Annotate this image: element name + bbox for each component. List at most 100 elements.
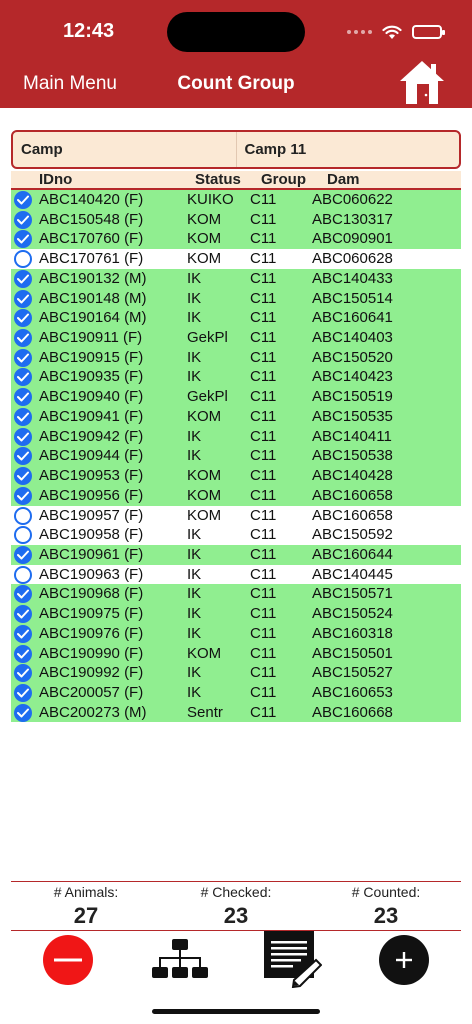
list-item[interactable]: ABC190990 (F) KOM C11 ABC150501 [11, 643, 461, 664]
cell-group: C11 [250, 683, 277, 701]
checkmark-circle-icon[interactable] [14, 467, 32, 486]
footer-divider-bottom [11, 930, 461, 931]
cell-group: C11 [250, 585, 277, 603]
cell-id: ABC190164 (M) [39, 309, 147, 327]
cell-group: C11 [250, 388, 277, 406]
checkmark-circle-icon[interactable] [14, 329, 32, 348]
list-item[interactable]: ABC200273 (M) Sentr C11 ABC160668 [11, 702, 461, 723]
checkmark-circle-icon[interactable] [14, 486, 32, 505]
cell-dam: ABC150514 [312, 289, 393, 307]
cell-status: GekPl [187, 388, 228, 406]
checkmark-circle-icon[interactable] [14, 703, 32, 722]
cell-status: KOM [187, 210, 222, 228]
list-item[interactable]: ABC190961 (F) IK C11 ABC160644 [11, 544, 461, 565]
checkmark-circle-icon[interactable] [14, 585, 32, 604]
list-item[interactable]: ABC190957 (F) KOM C11 ABC160658 [11, 505, 461, 526]
counted-label: # Counted: [351, 884, 421, 900]
checkmark-circle-icon[interactable] [14, 348, 32, 367]
checkmark-circle-icon[interactable] [14, 407, 32, 426]
empty-circle-icon[interactable] [14, 565, 32, 584]
column-header-id[interactable]: IDno [39, 171, 72, 188]
column-header-group[interactable]: Group [261, 171, 306, 188]
checkmark-circle-icon[interactable] [14, 368, 32, 387]
checkmark-circle-icon[interactable] [14, 624, 32, 643]
cell-group: C11 [250, 210, 277, 228]
list-item[interactable]: ABC190963 (F) IK C11 ABC140445 [11, 564, 461, 585]
cell-status: IK [187, 447, 202, 465]
list-item[interactable]: ABC170760 (F) KOM C11 ABC090901 [11, 229, 461, 250]
checkmark-circle-icon[interactable] [14, 388, 32, 407]
cell-status: KOM [187, 250, 222, 268]
list-item[interactable]: ABC190992 (F) IK C11 ABC150527 [11, 663, 461, 683]
list-item[interactable]: ABC190956 (F) KOM C11 ABC160658 [11, 485, 461, 506]
camp-value[interactable]: Camp 11 [237, 132, 460, 167]
checkmark-circle-icon[interactable] [14, 664, 32, 683]
list-item[interactable]: ABC190976 (F) IK C11 ABC160318 [11, 623, 461, 644]
plus-circle-icon[interactable] [378, 934, 430, 991]
column-header-dam[interactable]: Dam [327, 171, 360, 188]
cell-group: C11 [250, 644, 277, 662]
camp-selector[interactable]: Camp Camp 11 [11, 130, 461, 169]
list-item[interactable]: ABC190915 (F) IK C11 ABC150520 [11, 347, 461, 368]
cell-status: GekPl [187, 329, 228, 347]
list-item[interactable]: ABC190148 (M) IK C11 ABC150514 [11, 288, 461, 309]
list-item[interactable]: ABC190942 (F) IK C11 ABC140411 [11, 426, 461, 447]
cell-status: KOM [187, 467, 222, 485]
cell-id: ABC190942 (F) [39, 427, 144, 445]
cell-group: C11 [250, 289, 277, 307]
checkmark-circle-icon[interactable] [14, 191, 32, 209]
checkmark-circle-icon[interactable] [14, 309, 32, 328]
list-item[interactable]: ABC190953 (F) KOM C11 ABC140428 [11, 466, 461, 486]
cell-dam: ABC140411 [312, 427, 392, 445]
cell-id: ABC190911 (F) [39, 329, 143, 347]
cell-status: IK [187, 545, 202, 563]
checkmark-circle-icon[interactable] [14, 447, 32, 466]
cell-id: ABC190992 (F) [39, 664, 144, 682]
list-item[interactable]: ABC190975 (F) IK C11 ABC150524 [11, 604, 461, 624]
cell-id: ABC190958 (F) [39, 526, 144, 544]
checkmark-circle-icon[interactable] [14, 427, 32, 446]
checkmark-circle-icon[interactable] [14, 210, 32, 229]
cell-id: ABC190975 (F) [39, 605, 144, 623]
cell-dam: ABC150592 [312, 526, 393, 544]
hierarchy-icon[interactable] [152, 938, 208, 985]
list-item[interactable]: ABC190968 (F) IK C11 ABC150571 [11, 584, 461, 605]
checkmark-circle-icon[interactable] [14, 545, 32, 564]
cell-status: IK [187, 585, 202, 603]
empty-circle-icon[interactable] [14, 506, 32, 525]
main-menu-button[interactable]: Main Menu [23, 73, 117, 95]
document-edit-icon[interactable] [264, 930, 323, 993]
checkmark-circle-icon[interactable] [14, 644, 32, 663]
list-item[interactable]: ABC190911 (F) GekPl C11 ABC140403 [11, 328, 461, 348]
list-item[interactable]: ABC190132 (M) IK C11 ABC140433 [11, 268, 461, 289]
cell-dam: ABC140445 [312, 565, 393, 583]
checkmark-circle-icon[interactable] [14, 605, 32, 624]
checkmark-circle-icon[interactable] [14, 683, 32, 702]
column-header-status[interactable]: Status [195, 171, 241, 188]
list-item[interactable]: ABC200057 (F) IK C11 ABC160653 [11, 682, 461, 703]
list-item[interactable]: ABC190935 (F) IK C11 ABC140423 [11, 367, 461, 388]
cell-status: KOM [187, 486, 222, 504]
list-item[interactable]: ABC190940 (F) GekPl C11 ABC150519 [11, 387, 461, 407]
list-item[interactable]: ABC170761 (F) KOM C11 ABC060628 [11, 249, 461, 269]
list-item[interactable]: ABC190944 (F) IK C11 ABC150538 [11, 446, 461, 467]
checkmark-circle-icon[interactable] [14, 289, 32, 308]
list-item[interactable]: ABC150548 (F) KOM C11 ABC130317 [11, 209, 461, 230]
cell-status: IK [187, 683, 202, 701]
list-item[interactable]: ABC140420 (F) KUIKO C11 ABC060622 [11, 190, 461, 210]
cell-status: KOM [187, 407, 222, 425]
list-item[interactable]: ABC190941 (F) KOM C11 ABC150535 [11, 406, 461, 427]
empty-circle-icon[interactable] [14, 250, 32, 269]
checkmark-circle-icon[interactable] [14, 269, 32, 288]
status-icons [347, 20, 445, 44]
dynamic-island [167, 12, 305, 52]
house-icon[interactable] [398, 59, 446, 105]
cell-dam: ABC160668 [312, 703, 393, 721]
checkmark-circle-icon[interactable] [14, 230, 32, 249]
minus-circle-icon[interactable] [42, 934, 94, 991]
list-item[interactable]: ABC190958 (F) IK C11 ABC150592 [11, 525, 461, 545]
cell-group: C11 [250, 309, 277, 327]
nav-header: 12:43 Main Menu Count Group [0, 0, 472, 108]
empty-circle-icon[interactable] [14, 526, 32, 545]
list-item[interactable]: ABC190164 (M) IK C11 ABC160641 [11, 308, 461, 329]
